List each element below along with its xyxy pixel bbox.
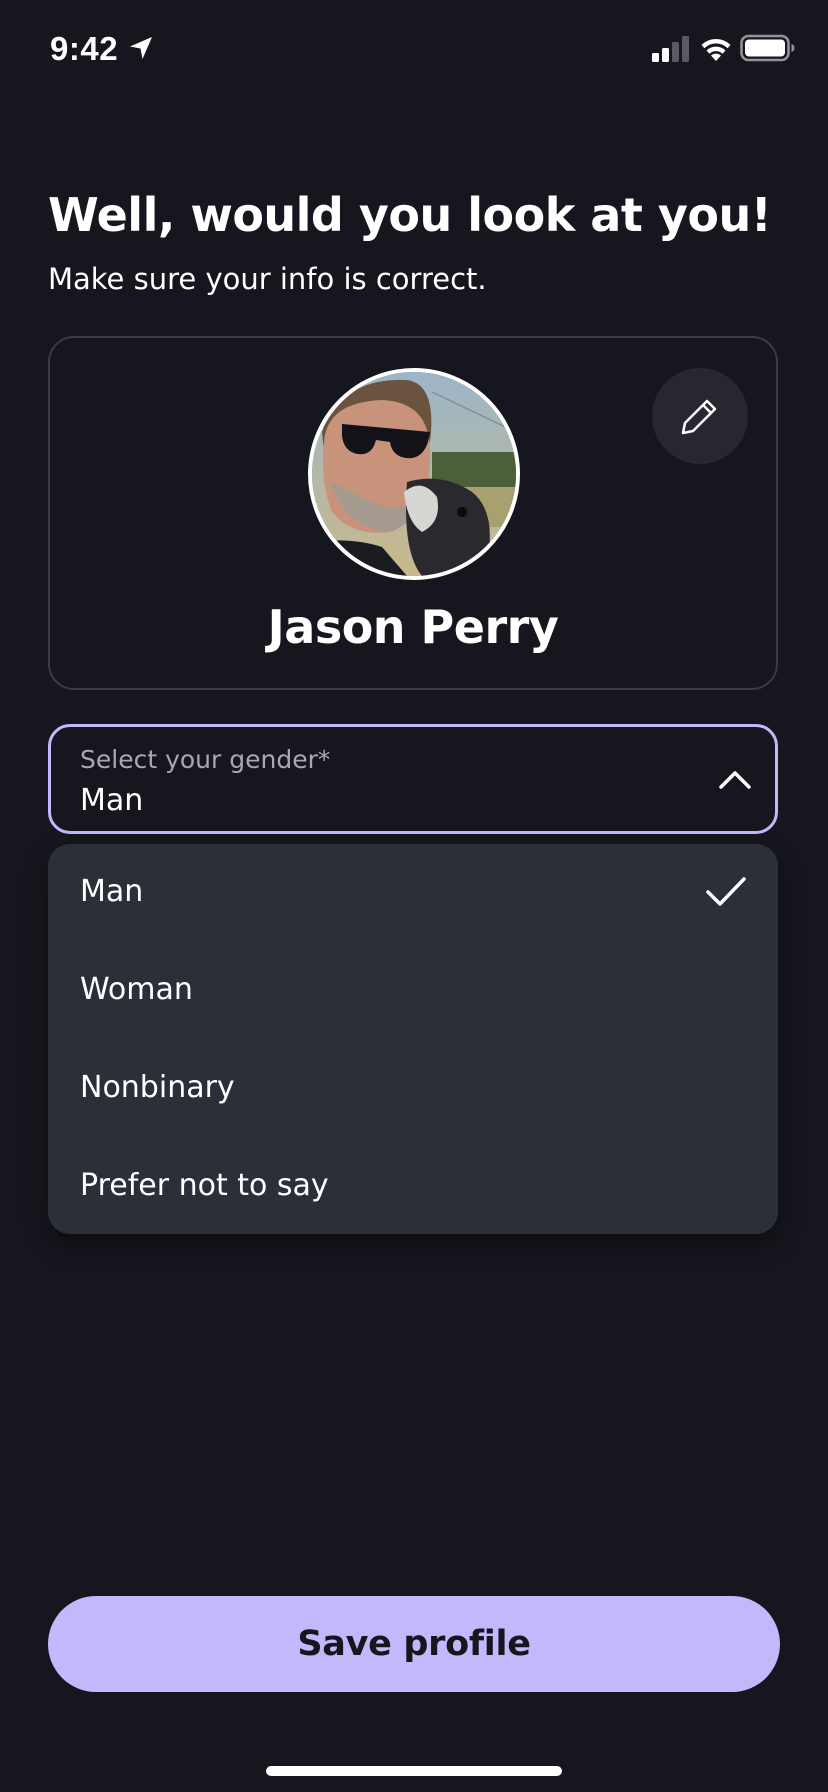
option-label: Man xyxy=(80,874,144,909)
option-label: Nonbinary xyxy=(80,1070,235,1105)
home-indicator xyxy=(266,1766,562,1776)
status-time: 9:42 xyxy=(50,30,119,67)
gender-select[interactable]: Select your gender* Man xyxy=(48,724,778,834)
edit-profile-button[interactable] xyxy=(652,368,748,464)
gender-option-man[interactable]: Man xyxy=(48,844,778,942)
avatar[interactable] xyxy=(308,368,520,580)
chevron-up-icon[interactable] xyxy=(717,765,753,793)
cellular-signal-icon xyxy=(652,36,689,62)
gender-dropdown: Man Woman Nonbinary Prefer not to say xyxy=(48,844,778,1234)
save-profile-button[interactable]: Save profile xyxy=(48,1596,780,1692)
option-label: Woman xyxy=(80,972,193,1007)
status-bar: 9:42 xyxy=(0,0,828,100)
wifi-icon xyxy=(701,38,731,61)
pencil-icon xyxy=(681,399,717,435)
page-title: Well, would you look at you! xyxy=(48,188,772,242)
checkmark-icon xyxy=(706,877,746,906)
profile-photo xyxy=(312,372,516,576)
battery-icon xyxy=(740,34,795,62)
profile-name: Jason Perry xyxy=(267,600,559,654)
location-arrow-icon xyxy=(130,37,152,59)
gender-select-value: Man xyxy=(80,783,144,818)
page-subtitle: Make sure your info is correct. xyxy=(48,262,487,296)
profile-card: Jason Perry xyxy=(48,336,778,690)
gender-option-prefer-not-to-say[interactable]: Prefer not to say xyxy=(48,1138,778,1236)
option-label: Prefer not to say xyxy=(80,1168,329,1203)
gender-select-label: Select your gender* xyxy=(80,745,331,774)
gender-option-woman[interactable]: Woman xyxy=(48,942,778,1040)
gender-option-nonbinary[interactable]: Nonbinary xyxy=(48,1040,778,1138)
